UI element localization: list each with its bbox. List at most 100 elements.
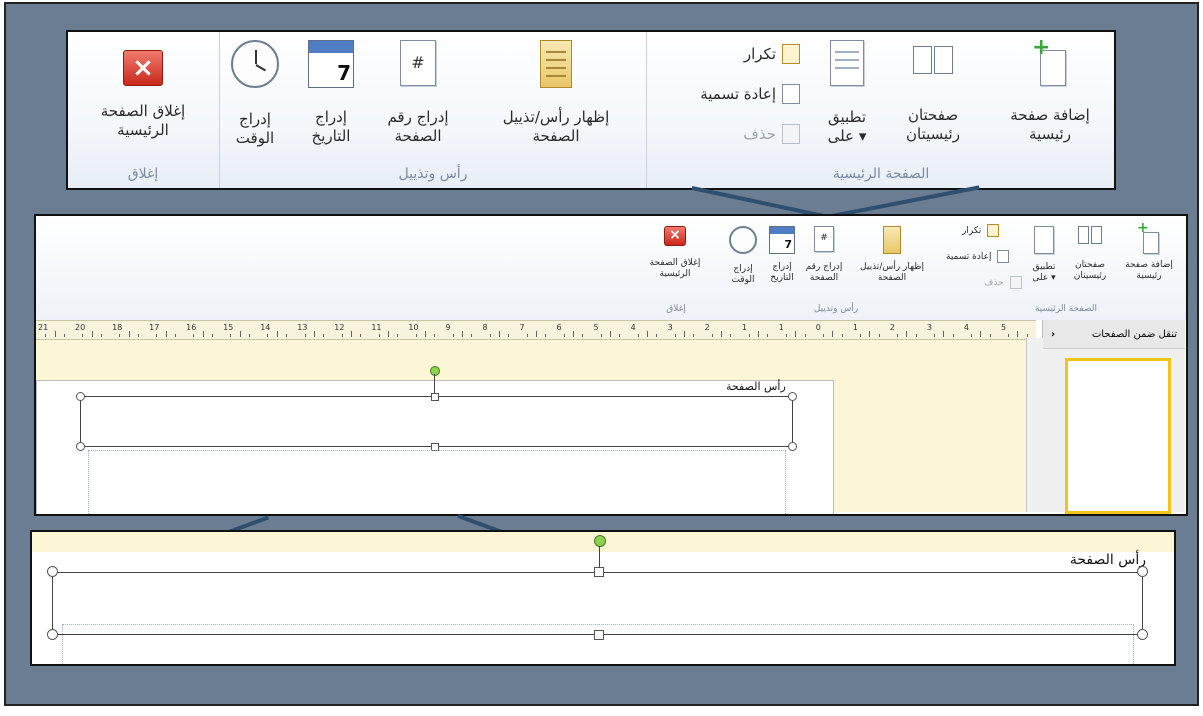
ruler-tick — [128, 331, 130, 337]
nav-pane-title: تنقل ضمن الصفحات — [1091, 328, 1177, 340]
resize-handle[interactable] — [47, 629, 58, 640]
two-pages-icon — [913, 46, 953, 86]
ruler-tick — [952, 334, 954, 337]
ruler-tick — [730, 334, 732, 337]
page-thumbnail[interactable] — [1065, 358, 1171, 514]
ruler-tick — [832, 331, 834, 337]
insert-page-number-button[interactable]: # إدراج رقم الصفحة — [370, 40, 466, 146]
ruler-number: 16 — [186, 323, 197, 332]
resize-handle[interactable] — [1137, 629, 1148, 640]
ruler-number: 8 — [482, 323, 488, 332]
rotation-handle[interactable] — [430, 366, 440, 376]
ruler-tick — [91, 331, 93, 337]
mini-apply-to-button[interactable]: تطبيق على ▾ — [1026, 226, 1062, 285]
ruler-tick — [323, 334, 325, 337]
mini-delete-button[interactable]: حذف — [984, 276, 1022, 289]
two-pages-icon — [1078, 226, 1102, 252]
ruler-number: 2 — [889, 323, 895, 332]
show-header-footer-button[interactable]: إظهار رأس/تذييل الصفحة — [470, 40, 642, 146]
ruler-tick — [545, 334, 547, 337]
apply-to-button[interactable]: تطبيق على ▾ — [815, 40, 879, 146]
zoomed-ribbon: × إغلاق الصفحة الرئيسية إغلاق إدراج الوق… — [66, 30, 1116, 190]
mini-duplicate-button[interactable]: تكرار — [962, 224, 1000, 237]
ruler-tick — [54, 331, 56, 337]
resize-handle[interactable] — [788, 442, 797, 451]
ruler-tick — [674, 334, 676, 337]
resize-handle[interactable] — [431, 393, 439, 401]
ruler-tick — [897, 334, 899, 337]
mini-add-master-button[interactable]: + إضافة صفحة رئيسية — [1118, 220, 1180, 283]
ruler-tick — [795, 331, 797, 337]
clock-icon — [729, 226, 757, 254]
ruler-number: 10 — [408, 323, 419, 332]
ruler-tick — [758, 331, 760, 337]
insert-date-button[interactable]: 7 إدراج التاريخ — [298, 40, 364, 146]
resize-handle[interactable] — [76, 442, 85, 451]
duplicate-button[interactable]: تكرار — [744, 44, 800, 64]
delete-button[interactable]: حذف — [743, 124, 800, 144]
delete-icon — [1009, 276, 1022, 289]
ruler-tick — [415, 334, 417, 337]
rename-button[interactable]: إعادة تسمية — [700, 84, 800, 104]
header-label: رأس الصفحة — [726, 380, 786, 393]
ruler-tick — [174, 334, 176, 337]
ruler-number: 5 — [593, 323, 599, 332]
mini-insert-date-button[interactable]: 7 إدراج التاريخ — [764, 226, 800, 285]
mini-insert-page-number-button[interactable]: # إدراج رقم الصفحة — [802, 226, 846, 285]
clock-icon — [231, 40, 279, 88]
ruler-tick — [267, 334, 269, 337]
ruler-number: 9 — [445, 323, 451, 332]
ruler-tick — [563, 334, 565, 337]
ruler-tick — [980, 331, 982, 337]
ruler-tick — [286, 334, 287, 337]
add-master-button[interactable]: + إضافة صفحة رئيسية — [987, 35, 1113, 144]
vertical-scrollbar[interactable] — [1026, 338, 1043, 512]
calendar-icon: 7 — [769, 226, 795, 254]
ruler-tick — [45, 334, 47, 337]
resize-handle[interactable] — [594, 567, 604, 577]
ruler-tick — [387, 331, 389, 337]
resize-handle[interactable] — [47, 566, 58, 577]
two-masters-button[interactable]: صفحتان رئيسيتان — [887, 40, 979, 144]
ruler-number: 12 — [334, 323, 345, 332]
ruler-number: 2 — [704, 323, 710, 332]
ruler-number: 0 — [815, 323, 821, 332]
ruler-tick — [656, 334, 658, 337]
rotation-handle[interactable] — [594, 535, 606, 547]
ruler-tick — [461, 331, 463, 337]
insert-time-button[interactable]: إدراج الوقت — [226, 40, 284, 148]
header-label-zoomed: رأس الصفحة — [1069, 552, 1146, 568]
body-frame — [88, 450, 786, 514]
navigation-pane: تنقل ضمن الصفحات ‹ — [1042, 320, 1185, 514]
ruler-tick — [971, 334, 973, 337]
mini-show-header-footer-button[interactable]: إظهار رأس/تذييل الصفحة — [848, 226, 936, 285]
apply-to-icon — [1034, 226, 1054, 254]
ruler-tick — [934, 334, 936, 337]
ruler-tick — [137, 334, 139, 337]
group-close: × إغلاق الصفحة الرئيسية إغلاق — [68, 32, 218, 188]
ruler-number: 13 — [297, 323, 308, 332]
duplicate-icon — [987, 224, 1000, 237]
ruler-number: 4 — [630, 323, 636, 332]
collapse-icon[interactable]: ‹ — [1051, 329, 1055, 340]
horizontal-ruler[interactable]: 21 20 18 17 16 15 14 13 12 11 10 9 8 7 6 5 4 3 2 1 1 0 1 2 3 4 5 — [36, 320, 1036, 340]
ruler-tick — [248, 334, 250, 337]
resize-handle[interactable] — [788, 392, 797, 401]
add-page-icon: + — [1137, 220, 1161, 254]
ruler-number: 15 — [223, 323, 234, 332]
mini-rename-button[interactable]: إعادة تسمية — [946, 250, 1010, 263]
ruler-tick — [434, 334, 436, 337]
ruler-tick — [823, 334, 825, 337]
resize-handle[interactable] — [76, 392, 85, 401]
resize-handle[interactable] — [1137, 566, 1148, 577]
group-master-page: تكرار إعادة تسمية حذف تطبيق على ▾ صفحتان — [646, 32, 1114, 188]
close-master-button[interactable]: × إغلاق الصفحة الرئيسية — [68, 50, 218, 140]
mini-two-masters-button[interactable]: صفحتان رئيسيتان — [1066, 226, 1114, 283]
ruler-tick — [82, 334, 84, 337]
ruler-tick — [276, 331, 278, 337]
mini-close-master-button[interactable]: × إغلاق الصفحة الرئيسية — [644, 226, 706, 281]
ruler-number: 1 — [741, 323, 747, 332]
ruler-tick — [202, 331, 204, 337]
ruler-tick — [619, 334, 621, 337]
mini-insert-time-button[interactable]: إدراج الوقت — [726, 226, 760, 287]
